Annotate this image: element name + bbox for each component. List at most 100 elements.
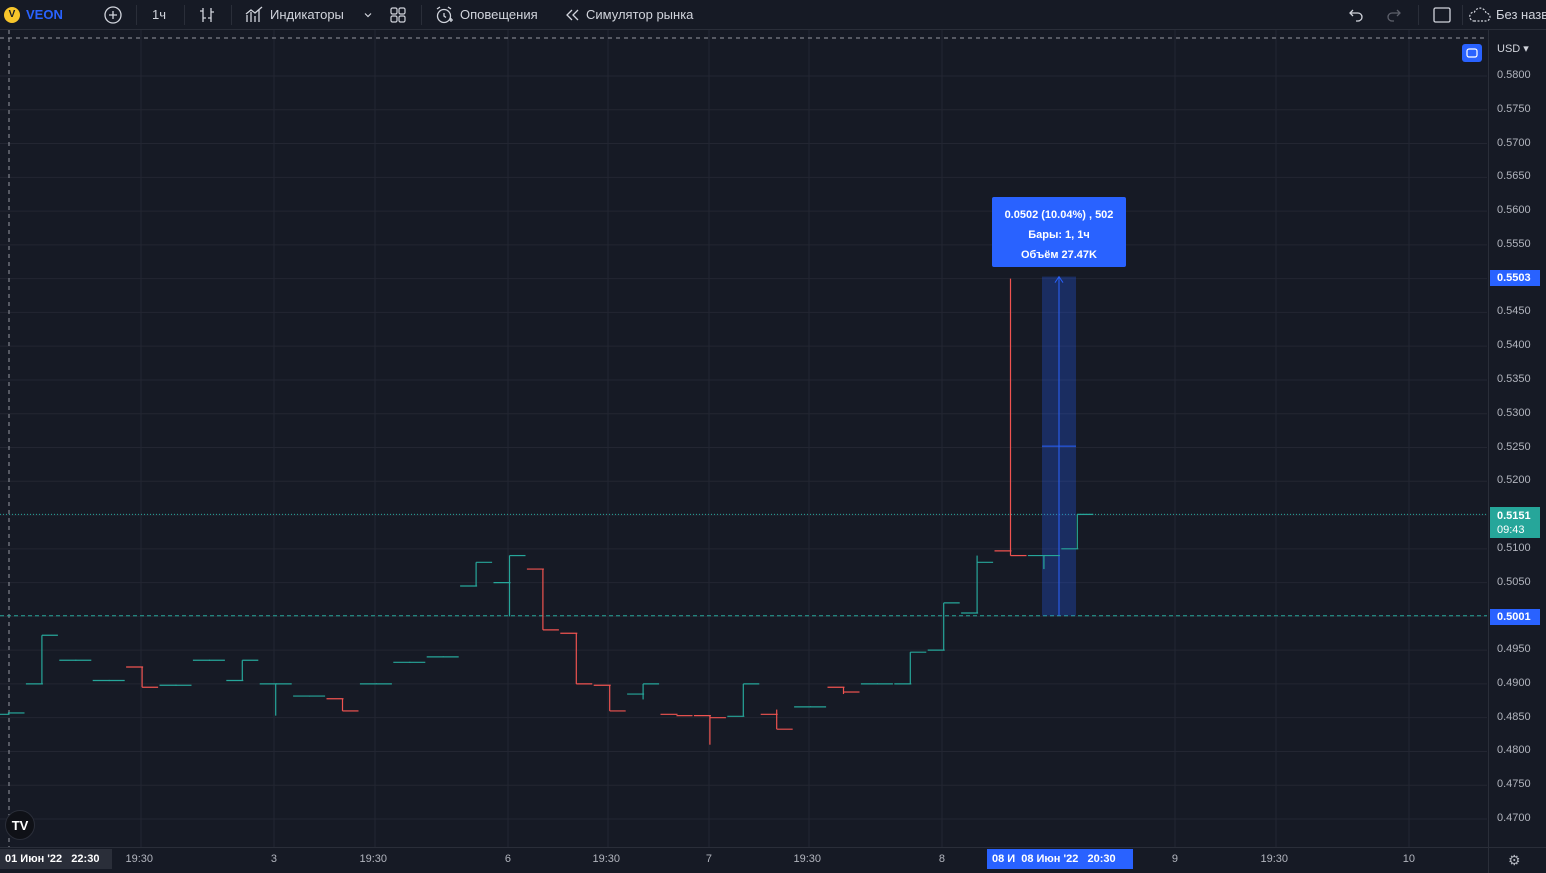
price-axis-divider	[1488, 30, 1489, 873]
last-price-badge: 0.5151 09:43	[1490, 507, 1540, 538]
ohlc-bar	[660, 713, 693, 717]
price-axis-tick: 0.5450	[1497, 305, 1531, 318]
layout-name: Без назв	[1496, 7, 1546, 22]
measure-tool-icon[interactable]	[1462, 44, 1482, 62]
replay-label: Симулятор рынка	[586, 7, 694, 22]
price-axis-tick: 0.5600	[1497, 204, 1531, 217]
measure-high-value: 0.5503	[1497, 272, 1531, 284]
indicators-dropdown[interactable]	[362, 0, 374, 29]
square-icon	[1432, 5, 1452, 25]
toolbar-divider	[421, 5, 422, 25]
add-symbol-button[interactable]	[103, 0, 123, 29]
time-axis-tick: 19:30	[592, 853, 621, 865]
price-axis-tick: 0.5050	[1497, 575, 1531, 588]
ohlc-bar	[927, 602, 960, 651]
chart-grid	[0, 30, 1487, 847]
price-axis-tick: 0.5800	[1497, 69, 1531, 81]
price-axis-tick: 0.5650	[1497, 170, 1531, 183]
price-chart[interactable]	[0, 30, 1546, 873]
symbol-search-button[interactable]: V VEON	[4, 0, 63, 29]
ohlc-bar	[226, 659, 259, 682]
interval-label: 1ч	[152, 7, 167, 22]
measure-time-badge: 08 И 08 Июн '22 20:30	[987, 849, 1133, 869]
ohlc-bar	[894, 651, 927, 685]
time-axis-divider	[0, 847, 1546, 848]
toolbar-divider	[231, 5, 232, 25]
bar-style-button[interactable]	[198, 0, 216, 29]
price-axis-tick: 0.4700	[1497, 812, 1531, 824]
tradingview-logo[interactable]: TV	[5, 810, 35, 840]
ohlc-bar	[693, 715, 726, 745]
time-axis-tick: 8	[938, 853, 946, 865]
chevron-down-icon: ▾	[1523, 43, 1529, 55]
fullscreen-button[interactable]	[1432, 0, 1452, 29]
time-axis-tick: 3	[270, 853, 278, 865]
cloud-icon	[1468, 6, 1492, 24]
time-axis-tick: 19:30	[125, 853, 154, 865]
price-axis-tick: 0.4750	[1497, 778, 1531, 791]
toolbar-divider	[136, 5, 137, 25]
price-axis-tick: 0.5250	[1497, 440, 1531, 453]
price-axis-tick: 0.4900	[1497, 676, 1531, 689]
price-axis-tick: 0.5300	[1497, 406, 1531, 419]
undo-button[interactable]	[1347, 0, 1365, 29]
redo-icon	[1385, 6, 1403, 24]
time-axis-tick: 19:30	[793, 853, 822, 865]
price-axis-tick: 0.5550	[1497, 237, 1531, 250]
price-axis-tick: 0.5700	[1497, 136, 1531, 149]
ohlc-bar	[593, 684, 626, 712]
crosshair-time-badge: 01 Июн '22 22:30	[0, 849, 112, 869]
price-axis-tick: 0.4800	[1497, 744, 1531, 757]
measure-high-badge: 0.5503	[1490, 270, 1540, 286]
chevron-down-icon	[362, 9, 374, 21]
logo-text: TV	[11, 817, 29, 833]
measure-start-time: 08 И	[992, 853, 1016, 865]
ohlc-bar	[560, 632, 593, 685]
templates-button[interactable]	[389, 0, 407, 29]
indicators-button[interactable]: Индикаторы	[245, 0, 344, 29]
time-axis-tick: 6	[504, 853, 512, 865]
time-axis-tick: 10	[1402, 853, 1416, 865]
alarm-clock-icon	[434, 5, 454, 25]
ohlc-bar	[0, 712, 25, 715]
ohlc-bar	[326, 698, 359, 712]
layout-save-button[interactable]: Без назв	[1468, 0, 1546, 29]
bar-countdown: 09:43	[1497, 524, 1525, 536]
currency-label: USD	[1497, 43, 1521, 55]
price-axis-tick: 0.5200	[1497, 474, 1531, 487]
price-axis-tick: 0.5750	[1497, 102, 1531, 115]
price-axis-tick: 0.5350	[1497, 372, 1531, 385]
undo-icon	[1347, 6, 1365, 24]
time-axis-tick: 19:30	[359, 853, 388, 865]
alerts-button[interactable]: Оповещения	[434, 0, 538, 29]
grid-icon	[389, 6, 407, 24]
price-axis-tick: 0.4950	[1497, 643, 1531, 656]
currency-selector[interactable]: USD ▾	[1497, 42, 1529, 55]
measure-tool[interactable]	[1042, 275, 1076, 616]
measure-bars: Бары: 1, 1ч	[1028, 229, 1090, 241]
time-axis-tick: 9	[1171, 853, 1179, 865]
bars-icon	[198, 6, 216, 24]
ohlc-bar	[727, 683, 760, 717]
symbol-name: VEON	[26, 7, 63, 22]
last-price-value: 0.5151	[1497, 510, 1531, 522]
indicators-icon	[245, 6, 264, 24]
price-axis-tick: 0.5100	[1497, 541, 1531, 554]
time-axis-tick: 19:30	[1260, 853, 1289, 865]
ohlc-bars	[0, 278, 1094, 745]
rewind-icon	[564, 8, 580, 22]
price-axis-tick: 0.5400	[1497, 339, 1531, 352]
toolbar-divider	[1418, 5, 1419, 25]
alerts-label: Оповещения	[460, 7, 538, 22]
replay-button[interactable]: Симулятор рынка	[564, 0, 693, 29]
ohlc-bar	[25, 634, 58, 685]
indicators-label: Индикаторы	[270, 7, 344, 22]
measure-low-badge: 0.5001	[1490, 609, 1540, 625]
ohlc-bar	[627, 683, 660, 700]
redo-button[interactable]	[1385, 0, 1403, 29]
ohlc-bar	[827, 686, 860, 695]
crosshair-time-value: 01 Июн '22 22:30	[5, 853, 100, 865]
price-levels	[0, 513, 1487, 617]
gear-icon[interactable]: ⚙	[1508, 852, 1521, 869]
interval-button[interactable]: 1ч	[152, 0, 166, 29]
